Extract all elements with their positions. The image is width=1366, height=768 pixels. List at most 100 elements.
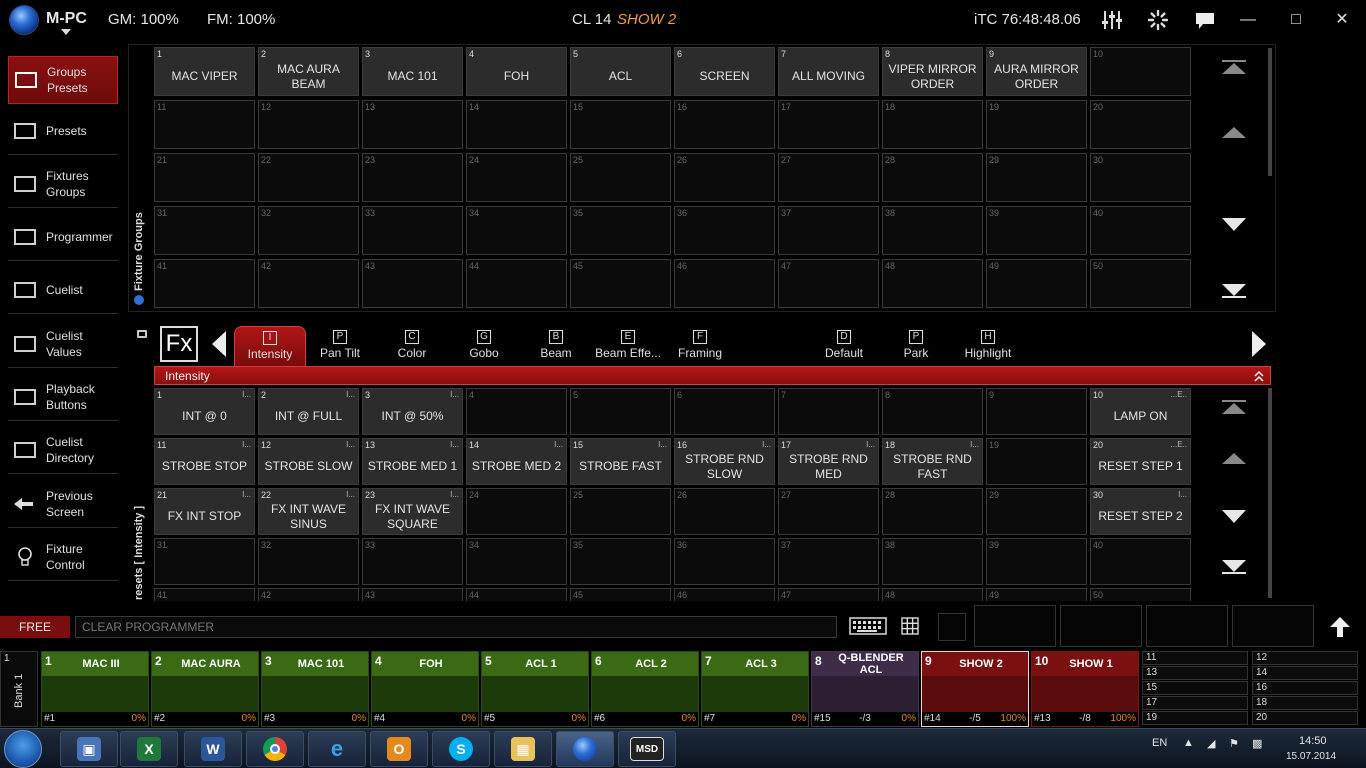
preset-cell[interactable]: 31 — [154, 538, 255, 585]
fixture-group-cell[interactable]: 41 — [154, 259, 255, 308]
keyboard-icon[interactable] — [849, 617, 887, 635]
preset-cell[interactable]: 5 — [570, 388, 671, 435]
fixture-group-cell[interactable]: 45 — [570, 259, 671, 308]
fixture-group-cell[interactable]: 49 — [986, 259, 1087, 308]
preset-cell[interactable]: 47 — [778, 588, 879, 601]
preset-cell[interactable]: 27 — [778, 488, 879, 535]
fixture-group-cell[interactable]: 37 — [778, 206, 879, 255]
sidebar-item-programmer[interactable]: Programmer — [8, 213, 118, 261]
fixture-group-cell[interactable]: 7 ALL MOVING — [778, 47, 879, 96]
fixture-groups-scrollbar[interactable] — [1268, 48, 1272, 176]
fixture-group-cell[interactable]: 44 — [466, 259, 567, 308]
fixture-group-cell[interactable]: 33 — [362, 206, 463, 255]
sidebar-item-cuelist-directory[interactable]: Cuelist Directory — [8, 426, 118, 474]
mini-playback[interactable]: 20 — [1252, 711, 1358, 725]
mini-playback[interactable]: 13 — [1142, 666, 1248, 680]
sidebar-item-previous-screen[interactable]: Previous Screen — [8, 480, 118, 528]
bank-selector[interactable]: 1 Bank 1 — [0, 651, 38, 727]
scroll-bottom-icon[interactable] — [1222, 284, 1246, 298]
fixture-group-cell[interactable]: 39 — [986, 206, 1087, 255]
fixture-group-cell[interactable]: 30 — [1090, 153, 1191, 202]
preset-cell[interactable]: 40 — [1090, 538, 1191, 585]
preset-cell[interactable]: 43 — [362, 588, 463, 601]
fixture-group-cell[interactable]: 43 — [362, 259, 463, 308]
lock-icon[interactable] — [137, 330, 147, 338]
fixture-group-cell[interactable]: 40 — [1090, 206, 1191, 255]
playback-10[interactable]: 10 SHOW 1 #13 -/8 100% — [1031, 651, 1139, 727]
fixture-group-cell[interactable]: 15 — [570, 100, 671, 149]
tab-gobo[interactable]: G Gobo — [448, 326, 520, 366]
preset-cell[interactable]: 19 — [986, 438, 1087, 485]
mini-playback[interactable]: 19 — [1142, 711, 1248, 725]
preset-cell[interactable]: 46 — [674, 588, 775, 601]
tab-framing[interactable]: F Framing — [664, 326, 736, 366]
scroll-bottom-icon[interactable] — [1222, 560, 1246, 574]
fixture-group-cell[interactable]: 19 — [986, 100, 1087, 149]
preset-cell[interactable]: 14 I... STROBE MED 2 — [466, 438, 567, 485]
fixture-group-cell[interactable]: 16 — [674, 100, 775, 149]
preset-cell[interactable]: 26 — [674, 488, 775, 535]
user-button-2[interactable] — [1060, 605, 1142, 647]
volume-icon[interactable]: ◢ — [1207, 737, 1215, 750]
start-button-icon[interactable] — [4, 730, 42, 768]
collapse-up-icon[interactable] — [1254, 370, 1264, 382]
sidebar-item-cuelist[interactable]: Cuelist — [8, 266, 118, 314]
scroll-up-icon[interactable] — [1222, 127, 1246, 138]
preset-cell[interactable]: 32 — [258, 538, 359, 585]
preset-cell[interactable]: 23 I... FX INT WAVE SQUARE — [362, 488, 463, 535]
clock-date[interactable]: 15.07.2014 — [1286, 751, 1336, 762]
preset-cell[interactable]: 37 — [778, 538, 879, 585]
fixture-group-cell[interactable]: 38 — [882, 206, 983, 255]
fixture-group-cell[interactable]: 13 — [362, 100, 463, 149]
tray-chevron-up-icon[interactable]: ▲ — [1183, 737, 1194, 749]
preset-cell[interactable]: 1 I... INT @ 0 — [154, 388, 255, 435]
network-icon[interactable]: ▩ — [1252, 737, 1262, 750]
playback-3[interactable]: 3 MAC 101 #3 0% — [261, 651, 369, 727]
tab-highlight[interactable]: H Highlight — [952, 326, 1024, 366]
preset-cell[interactable]: 9 — [986, 388, 1087, 435]
preset-cell[interactable]: 33 — [362, 538, 463, 585]
free-button[interactable]: FREE — [0, 616, 70, 638]
fixture-group-cell[interactable]: 14 — [466, 100, 567, 149]
preset-cell[interactable]: 20 ...E.. RESET STEP 1 — [1090, 438, 1191, 485]
fixture-group-cell[interactable]: 26 — [674, 153, 775, 202]
fixture-group-cell[interactable]: 29 — [986, 153, 1087, 202]
faders-icon[interactable] — [1101, 10, 1123, 30]
tab-scroll-right-icon[interactable] — [1250, 330, 1268, 358]
preset-cell[interactable]: 18 I... STROBE RND FAST — [882, 438, 983, 485]
preset-cell[interactable]: 2 I... INT @ FULL — [258, 388, 359, 435]
preset-cell[interactable]: 15 I... STROBE FAST — [570, 438, 671, 485]
chrome-icon[interactable] — [246, 731, 304, 767]
fixture-group-cell[interactable]: 4 FOH — [466, 47, 567, 96]
preset-cell[interactable]: 12 I... STROBE SLOW — [258, 438, 359, 485]
preset-cell[interactable]: 42 — [258, 588, 359, 601]
settings-gear-icon[interactable] — [1148, 10, 1168, 30]
command-line-input[interactable] — [75, 616, 837, 638]
preset-cell[interactable]: 39 — [986, 538, 1087, 585]
preset-cell[interactable]: 34 — [466, 538, 567, 585]
preset-cell[interactable]: 41 — [154, 588, 255, 601]
preset-cell[interactable]: 24 — [466, 488, 567, 535]
tab-beam[interactable]: B Beam — [520, 326, 592, 366]
sidebar-item-cuelist-values[interactable]: Cuelist Values — [8, 320, 118, 368]
presets-scrollbar[interactable] — [1268, 388, 1272, 598]
preset-cell[interactable]: 45 — [570, 588, 671, 601]
playback-1[interactable]: 1 MAC III #1 0% — [41, 651, 149, 727]
ie-icon[interactable]: e — [308, 731, 366, 767]
arrow-up-icon[interactable] — [1328, 615, 1352, 639]
preset-cell[interactable]: 35 — [570, 538, 671, 585]
fixture-group-cell[interactable]: 3 MAC 101 — [362, 47, 463, 96]
user-button-4[interactable] — [1232, 605, 1314, 647]
preset-cell[interactable]: 50 — [1090, 588, 1191, 601]
preset-cell[interactable]: 25 — [570, 488, 671, 535]
mini-playback[interactable]: 18 — [1252, 696, 1358, 710]
excel-icon[interactable]: X — [120, 731, 178, 767]
scroll-up-icon[interactable] — [1222, 453, 1246, 464]
flag-icon[interactable]: ⚑ — [1229, 737, 1239, 750]
fixture-group-cell[interactable]: 22 — [258, 153, 359, 202]
fixture-group-cell[interactable]: 36 — [674, 206, 775, 255]
minimize-icon[interactable]: — — [1236, 9, 1260, 31]
preset-cell[interactable]: 22 I... FX INT WAVE SINUS — [258, 488, 359, 535]
tab-intensity[interactable]: I Intensity — [234, 326, 306, 366]
fixture-group-cell[interactable]: 34 — [466, 206, 567, 255]
